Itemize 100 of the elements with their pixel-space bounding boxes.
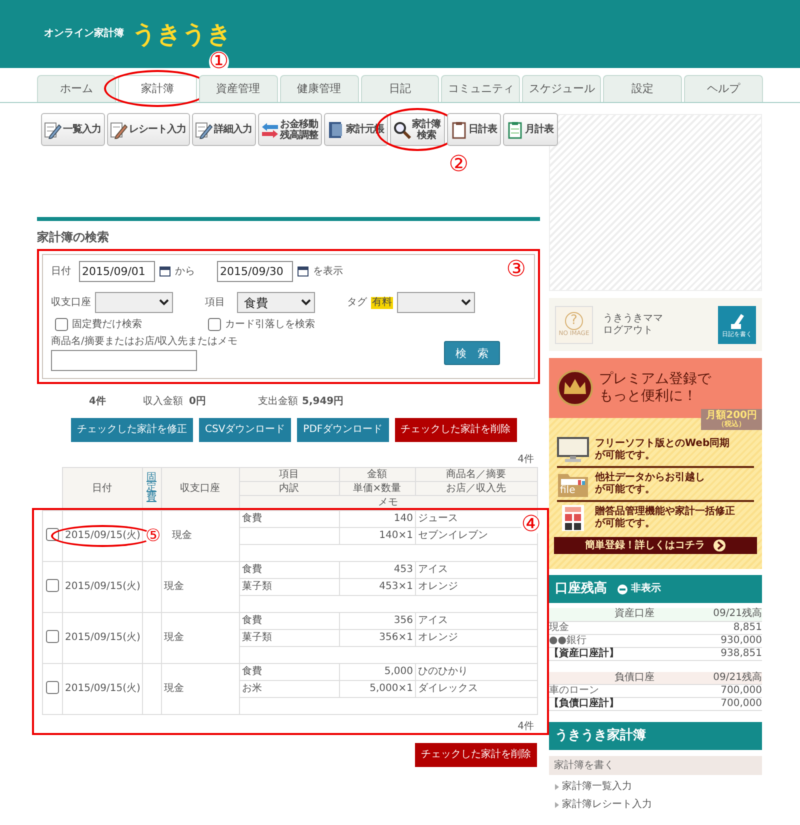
dropdown[interactable]: 食費 bbox=[237, 292, 315, 314]
field-label: から bbox=[175, 266, 196, 278]
tab[interactable]: 設定 bbox=[603, 75, 682, 102]
tab[interactable]: コミュニティ bbox=[441, 75, 520, 102]
checkbox-label: 固定費だけ検索 bbox=[72, 318, 142, 331]
avatar-question-mark: ? bbox=[565, 312, 583, 330]
table-cell: ジュース bbox=[418, 513, 458, 524]
arrows-icon bbox=[261, 120, 279, 138]
column-header: メモ bbox=[378, 496, 398, 508]
table-cell: 食費 bbox=[242, 564, 262, 576]
folder-icon bbox=[557, 471, 589, 497]
tab[interactable]: スケジュール bbox=[522, 75, 602, 102]
action-button[interactable]: チェックした家計を削除 bbox=[394, 418, 517, 442]
toolbar-button[interactable]: 詳細入力 bbox=[192, 113, 256, 146]
field-label: タグ bbox=[347, 296, 367, 309]
calendar-icon bbox=[297, 266, 309, 278]
result-count: 4件 bbox=[518, 454, 534, 466]
menu-link[interactable]: 家計簿レシート入力 bbox=[562, 799, 652, 811]
table-cell: アイス bbox=[418, 615, 448, 626]
action-button[interactable]: チェックした家計を削除 bbox=[415, 743, 537, 768]
checkbox[interactable] bbox=[46, 680, 59, 694]
paid-badge: 有料 bbox=[371, 296, 393, 309]
section-title: うきうき家計簿 bbox=[555, 728, 646, 744]
feature-text: が可能です。 bbox=[595, 450, 656, 462]
column-header-link[interactable]: 項目 bbox=[279, 468, 299, 480]
table-cell: 453×1 bbox=[379, 581, 413, 592]
toolbar-button[interactable]: レシート入力 bbox=[107, 113, 190, 146]
table-cell: 食費 bbox=[242, 666, 262, 678]
date-field[interactable]: 2015/09/01 bbox=[79, 261, 155, 282]
menu-section-label: 家計簿を書く bbox=[549, 756, 762, 775]
tab[interactable]: ヘルプ bbox=[684, 75, 764, 102]
table-cell: 食費 bbox=[242, 513, 262, 524]
table-cell: 現金 bbox=[164, 581, 184, 592]
hide-toggle[interactable]: 非表示 bbox=[617, 583, 661, 595]
feature-text: 他社データからお引越し bbox=[595, 472, 705, 484]
toolbar-button[interactable]: 一覧入力 bbox=[41, 113, 105, 146]
income-label: 収入金額 bbox=[143, 396, 183, 408]
table-cell: 車のローン bbox=[549, 685, 599, 696]
table-cell: 現金 bbox=[172, 530, 192, 542]
logout-link[interactable]: ログアウト bbox=[603, 324, 653, 336]
checkbox[interactable] bbox=[55, 318, 68, 332]
pen-icon bbox=[729, 312, 745, 330]
toolbar-button[interactable]: お金移動 残高調整 bbox=[258, 113, 322, 146]
annotation-number: ④ bbox=[521, 514, 541, 536]
tab[interactable]: 健康管理 bbox=[280, 75, 359, 102]
menu-link[interactable]: 家計簿一覧入力 bbox=[562, 781, 632, 793]
column-header: 内訳 bbox=[279, 482, 299, 494]
table-cell: 356×1 bbox=[379, 632, 413, 644]
site-subtitle: オンライン家計簿 bbox=[44, 28, 124, 40]
arrow-circle-icon bbox=[713, 539, 726, 552]
toolbar-button[interactable]: 家計簿 検索 bbox=[390, 113, 444, 146]
dropdown[interactable] bbox=[95, 292, 173, 314]
minus-circle-icon bbox=[617, 584, 628, 594]
feature-text: フリーソフト版とのWeb同期 bbox=[595, 438, 730, 450]
signup-link[interactable]: 簡単登録！詳しくはコチラ bbox=[554, 537, 757, 554]
expense-label: 支出金額 bbox=[258, 396, 298, 408]
premium-subtitle: もっと便利に！ bbox=[599, 388, 698, 405]
checkbox[interactable] bbox=[46, 528, 59, 541]
table-cell: 140 bbox=[394, 513, 413, 524]
section-title: 口座残高 bbox=[555, 581, 607, 597]
table-cell: 700,000 bbox=[720, 685, 762, 696]
toolbar-button[interactable]: 月計表 bbox=[503, 113, 558, 146]
column-header-link[interactable]: 収支口座 bbox=[180, 482, 220, 494]
result-count: 4件 bbox=[89, 396, 107, 408]
field-label: 日付 bbox=[51, 266, 72, 278]
column-header: 単価×数量 bbox=[352, 482, 402, 494]
search-field[interactable] bbox=[51, 350, 197, 372]
section-title: 家計簿の検索 bbox=[37, 230, 110, 244]
binder-icon bbox=[327, 120, 345, 138]
tab[interactable]: 日記 bbox=[360, 75, 440, 102]
field-label: 項目 bbox=[205, 296, 226, 309]
table-cell: 5,000 bbox=[384, 666, 413, 678]
clipboard-icon bbox=[450, 120, 468, 138]
result-count: 4件 bbox=[518, 721, 534, 732]
feature-text: 贈答品管理機能や家計一括修正 bbox=[595, 506, 735, 518]
checkbox[interactable] bbox=[46, 630, 59, 643]
action-button[interactable]: チェックした家計を修正 bbox=[71, 418, 193, 442]
column-header: 09/21残高 bbox=[713, 672, 762, 683]
tab[interactable]: ホーム bbox=[37, 75, 116, 102]
action-button[interactable]: PDFダウンロード bbox=[297, 418, 389, 442]
clipboard-icon bbox=[506, 120, 524, 138]
checkbox[interactable] bbox=[46, 578, 59, 592]
tab[interactable]: 家計簿 bbox=[118, 75, 197, 102]
table-cell: 【負債口座計】 bbox=[549, 698, 619, 709]
checkbox[interactable] bbox=[208, 318, 221, 332]
column-header-link[interactable]: 日付 bbox=[92, 482, 112, 494]
search-button[interactable]: 検 索 bbox=[444, 341, 500, 366]
toolbar-button[interactable]: 日計表 bbox=[446, 113, 501, 146]
table-cell: 930,000 bbox=[720, 634, 762, 646]
action-button[interactable]: CSVダウンロード bbox=[199, 418, 292, 442]
price-text: 月額200円 bbox=[706, 410, 757, 422]
pencil-note-icon bbox=[110, 120, 128, 138]
table-cell: 菓子類 bbox=[242, 581, 272, 592]
dropdown[interactable] bbox=[397, 292, 475, 314]
field-label: 収支口座 bbox=[51, 296, 91, 309]
tab[interactable]: 資産管理 bbox=[198, 75, 278, 102]
table-cell: 食費 bbox=[242, 615, 262, 626]
date-field[interactable]: 2015/09/30 bbox=[217, 261, 293, 282]
table-cell: アイス bbox=[418, 564, 448, 576]
table-cell: 菓子類 bbox=[242, 632, 272, 644]
